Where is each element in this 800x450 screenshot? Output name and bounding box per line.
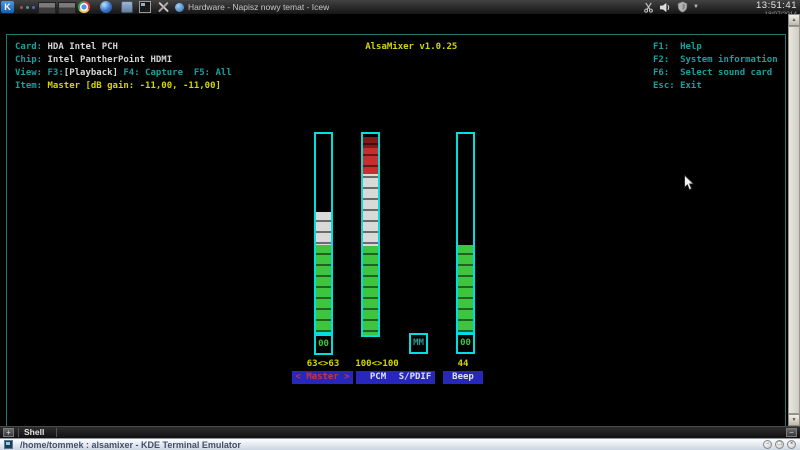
terminal-launcher-icon[interactable] — [139, 1, 151, 13]
task-button-label: Hardware - Napisz nowy temat - Icew — [188, 2, 329, 12]
mute-switch-beep[interactable]: 00 — [456, 333, 475, 354]
chip-row: Chip: Intel PantherPoint HDMI — [15, 54, 172, 67]
view-other-modes: F4: Capture F5: All — [118, 68, 232, 78]
dot-red-icon — [20, 6, 23, 9]
channel-label-pcm[interactable]: PCM — [356, 371, 400, 384]
help-esc: Esc: Exit — [653, 80, 702, 93]
channel-label-master[interactable]: < Master > — [292, 371, 353, 384]
task-button-hardware[interactable]: Hardware - Napisz nowy temat - Icew — [175, 0, 329, 14]
chip-value: Intel PantherPoint HDMI — [48, 55, 173, 65]
item-value: Master [dB gain: -11,00, -11,00] — [48, 81, 221, 91]
bar-segments-beep — [458, 134, 473, 332]
pager-desktop-2[interactable] — [58, 2, 76, 14]
minimize-button[interactable]: − — [763, 440, 772, 449]
card-row: Card: HDA Intel PCH — [15, 41, 118, 54]
volume-value-pcm: 100<>100 — [355, 358, 398, 371]
bar-segments-pcm — [363, 134, 378, 335]
item-row: Item: Master [dB gain: -11,00, -11,00] — [15, 80, 221, 93]
help-f2: F2: System information — [653, 54, 778, 67]
pager-desktop-1[interactable] — [38, 2, 56, 14]
channel-label-beep[interactable]: Beep — [443, 371, 483, 384]
tab-separator — [56, 428, 57, 437]
chrome-icon[interactable] — [78, 1, 90, 13]
speaker-icon[interactable] — [659, 2, 672, 13]
mouse-cursor — [683, 174, 695, 192]
terminal-screen[interactable]: AlsaMixer v1.0.25 Card: HDA Intel PCH Ch… — [0, 14, 788, 426]
terminal-scrollbar[interactable]: ▲ ▼ — [788, 14, 800, 426]
window-titlebar[interactable]: /home/tommek : alsamixer - KDE Terminal … — [0, 438, 800, 450]
view-row: View: F3:[Playback] F4: Capture F5: All — [15, 67, 232, 80]
system-tray: ▼ — [643, 0, 699, 14]
help-f1: F1: Help — [653, 41, 702, 54]
mute-switch-s-pdif[interactable]: MM — [409, 333, 428, 354]
shield-icon[interactable] — [677, 1, 688, 13]
new-tab-button[interactable]: + — [3, 428, 14, 437]
caret-down-icon[interactable]: ▼ — [693, 4, 699, 10]
card-value: HDA Intel PCH — [48, 42, 118, 52]
view-playback-active: [Playback] — [64, 68, 118, 78]
desktop-pager[interactable] — [38, 2, 76, 14]
scrollbar-down-arrow[interactable]: ▼ — [788, 414, 800, 426]
package-icon[interactable] — [121, 1, 133, 13]
mute-switch-master[interactable]: 00 — [314, 334, 333, 355]
top-panel: K Hardware - Napisz nowy temat - Icew — [0, 0, 800, 15]
scrollbar-thumb[interactable] — [788, 26, 800, 414]
item-label: Item: — [15, 81, 48, 91]
volume-bar-master[interactable] — [314, 132, 333, 334]
globe-browser-icon[interactable] — [100, 1, 112, 13]
bar-inner-beep — [458, 134, 473, 332]
volume-value-beep: 44 — [458, 358, 469, 371]
bar-inner-master — [316, 134, 331, 332]
card-label: Card: — [15, 42, 48, 52]
kde-menu-button[interactable]: K — [1, 1, 14, 13]
tab-list-button[interactable]: − — [786, 428, 797, 437]
dot-blue-icon — [32, 6, 35, 9]
bar-inner-pcm — [363, 134, 378, 335]
window-title: /home/tommek : alsamixer - KDE Terminal … — [20, 439, 241, 450]
scissors-icon[interactable] — [643, 2, 654, 13]
close-button[interactable]: × — [787, 440, 796, 449]
chip-label: Chip: — [15, 55, 48, 65]
tab-separator — [18, 428, 19, 437]
clock-time: 13:51:41 — [756, 1, 797, 11]
dot-teal-icon — [26, 6, 29, 9]
maximize-button[interactable]: □ — [775, 440, 784, 449]
channel-label-s-pdif[interactable]: S/PDIF — [395, 371, 435, 384]
volume-bar-pcm[interactable] — [361, 132, 380, 337]
crossed-tools-icon[interactable] — [157, 0, 170, 13]
scrollbar-up-arrow[interactable]: ▲ — [788, 14, 800, 26]
bar-segments-master — [316, 134, 331, 332]
volume-value-master: 63<>63 — [307, 358, 340, 371]
konsole-window-icon[interactable] — [4, 440, 13, 449]
tab-shell[interactable]: Shell — [24, 427, 44, 438]
desktop: K Hardware - Napisz nowy temat - Icew — [0, 0, 800, 450]
volume-bar-beep[interactable] — [456, 132, 475, 334]
help-f6: F6: Select sound card — [653, 67, 772, 80]
view-label: View: — [15, 68, 48, 78]
applet-dots-icon[interactable] — [20, 6, 35, 9]
view-f3: F3: — [48, 68, 64, 78]
iceweasel-icon — [175, 3, 184, 12]
